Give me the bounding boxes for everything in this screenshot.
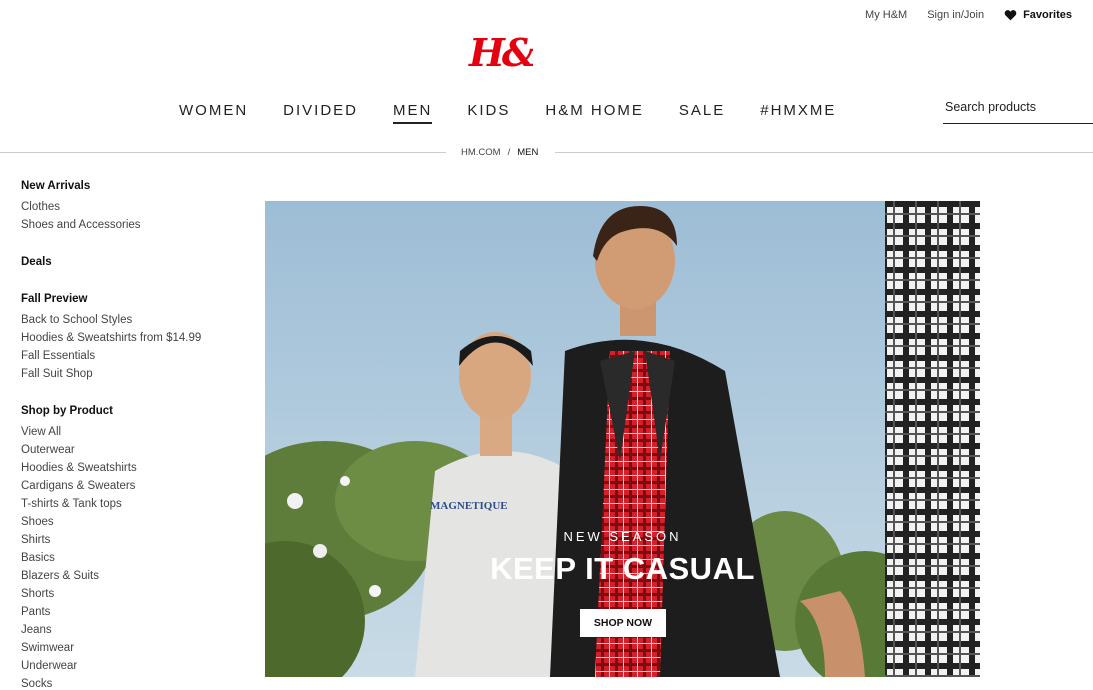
hero-headline: KEEP IT CASUAL bbox=[490, 551, 755, 586]
favorites-link[interactable]: Favorites bbox=[1004, 9, 1072, 21]
sidebar-link-fall-suit-shop[interactable]: Fall Suit Shop bbox=[21, 365, 241, 383]
nav-kids[interactable]: KIDS bbox=[467, 102, 510, 124]
sidebar-link-shoes-accessories[interactable]: Shoes and Accessories bbox=[21, 216, 241, 234]
nav-men[interactable]: MEN bbox=[393, 102, 433, 124]
sidebar-heading-shop-by-product[interactable]: Shop by Product bbox=[21, 402, 241, 420]
sidebar-link-socks[interactable]: Socks bbox=[21, 675, 241, 690]
shop-now-button[interactable]: SHOP NOW bbox=[580, 609, 666, 637]
category-sidebar: New Arrivals Clothes Shoes and Accessori… bbox=[21, 177, 241, 690]
main-nav: WOMEN DIVIDED MEN KIDS H&M HOME SALE #HM… bbox=[179, 102, 871, 124]
sidebar-group-new-arrivals: New Arrivals Clothes Shoes and Accessori… bbox=[21, 177, 241, 234]
sidebar-heading-fall-preview[interactable]: Fall Preview bbox=[21, 290, 241, 308]
sidebar-link-cardigans[interactable]: Cardigans & Sweaters bbox=[21, 477, 241, 495]
sidebar-heading-new-arrivals[interactable]: New Arrivals bbox=[21, 177, 241, 195]
favorites-label: Favorites bbox=[1023, 9, 1072, 21]
sign-in-link[interactable]: Sign in/Join bbox=[927, 9, 984, 21]
heart-icon bbox=[1004, 10, 1017, 21]
sidebar-group-fall-preview: Fall Preview Back to School Styles Hoodi… bbox=[21, 290, 241, 383]
hm-logo-mark: H&M bbox=[468, 30, 579, 75]
hero-image: MAGNETIQUE bbox=[265, 201, 980, 677]
hero-kicker: NEW SEASON bbox=[563, 529, 682, 544]
sidebar-group-shop-by-product: Shop by Product View All Outerwear Hoodi… bbox=[21, 402, 241, 690]
sidebar-link-back-to-school[interactable]: Back to School Styles bbox=[21, 311, 241, 329]
nav-hmxme[interactable]: #HMXME bbox=[760, 102, 836, 124]
nav-hm-home[interactable]: H&M HOME bbox=[545, 102, 644, 124]
hm-logo[interactable]: H&M bbox=[467, 28, 579, 75]
sidebar-link-view-all[interactable]: View All bbox=[21, 423, 241, 441]
sidebar-link-swimwear[interactable]: Swimwear bbox=[21, 639, 241, 657]
nav-divided[interactable]: DIVIDED bbox=[283, 102, 358, 124]
sidebar-link-jeans[interactable]: Jeans bbox=[21, 621, 241, 639]
my-hm-link[interactable]: My H&M bbox=[865, 9, 907, 21]
utility-bar: My H&M Sign in/Join Favorites bbox=[865, 9, 1072, 21]
breadcrumb: HM.COM / MEN bbox=[461, 147, 538, 158]
nav-women[interactable]: WOMEN bbox=[179, 102, 248, 124]
breadcrumb-home[interactable]: HM.COM bbox=[461, 147, 501, 158]
sidebar-group-deals: Deals bbox=[21, 253, 241, 271]
sidebar-link-hoodies-deal[interactable]: Hoodies & Sweatshirts from $14.99 bbox=[21, 329, 241, 347]
sidebar-link-shoes[interactable]: Shoes bbox=[21, 513, 241, 531]
hero-banner[interactable]: MAGNETIQUE NEW SEASON KEEP IT CASUAL SHO… bbox=[265, 201, 980, 677]
divider bbox=[0, 152, 446, 153]
sidebar-link-basics[interactable]: Basics bbox=[21, 549, 241, 567]
sidebar-link-hoodies[interactable]: Hoodies & Sweatshirts bbox=[21, 459, 241, 477]
sidebar-link-tshirts[interactable]: T-shirts & Tank tops bbox=[21, 495, 241, 513]
svg-text:H&M: H&M bbox=[468, 30, 533, 74]
sweatshirt-print: MAGNETIQUE bbox=[430, 500, 508, 512]
sidebar-link-underwear[interactable]: Underwear bbox=[21, 657, 241, 675]
search-input[interactable]: Search products bbox=[943, 97, 1093, 124]
breadcrumb-current: MEN bbox=[517, 147, 539, 158]
sidebar-link-blazers-suits[interactable]: Blazers & Suits bbox=[21, 567, 241, 585]
sidebar-link-shirts[interactable]: Shirts bbox=[21, 531, 241, 549]
sidebar-heading-deals[interactable]: Deals bbox=[21, 253, 241, 271]
sidebar-link-outerwear[interactable]: Outerwear bbox=[21, 441, 241, 459]
sidebar-link-shorts[interactable]: Shorts bbox=[21, 585, 241, 603]
sidebar-link-clothes[interactable]: Clothes bbox=[21, 198, 241, 216]
sidebar-link-fall-essentials[interactable]: Fall Essentials bbox=[21, 347, 241, 365]
sidebar-link-pants[interactable]: Pants bbox=[21, 603, 241, 621]
nav-sale[interactable]: SALE bbox=[679, 102, 725, 124]
divider bbox=[555, 152, 1093, 153]
breadcrumb-separator: / bbox=[507, 147, 511, 158]
